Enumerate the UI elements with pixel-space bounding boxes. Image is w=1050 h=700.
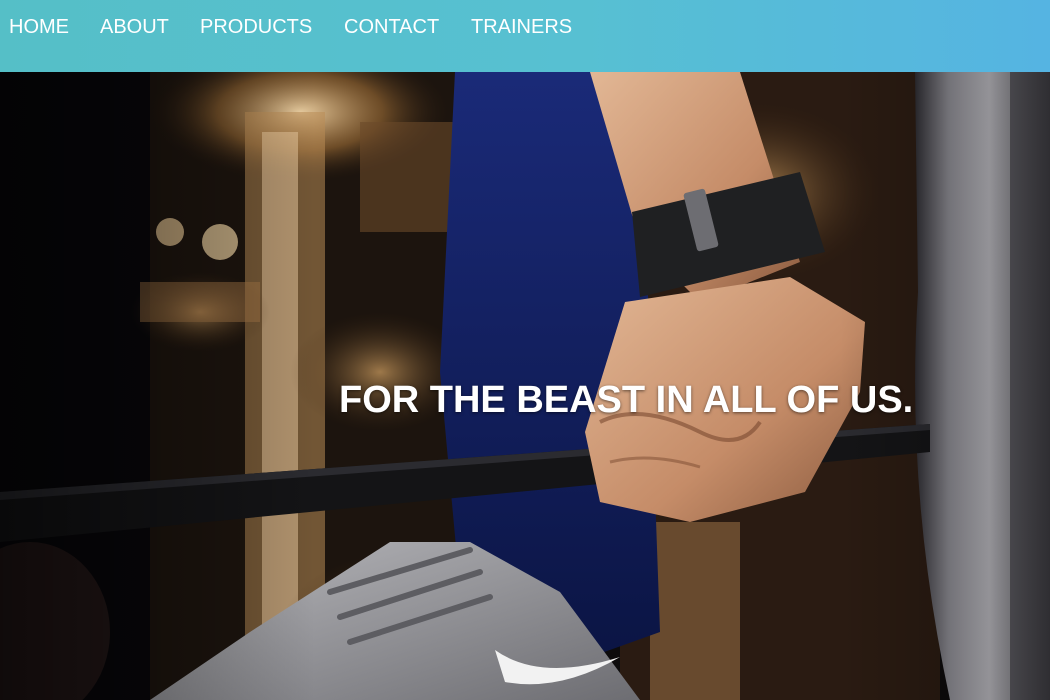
nav-link-trainers[interactable]: TRAINERS	[471, 14, 572, 40]
nav-link-products[interactable]: PRODUCTS	[200, 14, 312, 40]
hero-section: FOR THE BEAST IN ALL OF US.	[0, 72, 1050, 700]
nav-link-contact[interactable]: CONTACT	[344, 14, 439, 40]
hero-tagline: FOR THE BEAST IN ALL OF US.	[339, 379, 914, 421]
top-navbar: HOME ABOUT PRODUCTS CONTACT TRAINERS	[0, 0, 1050, 72]
nav-link-about[interactable]: ABOUT	[100, 14, 169, 40]
nav-link-home[interactable]: HOME	[9, 14, 69, 40]
